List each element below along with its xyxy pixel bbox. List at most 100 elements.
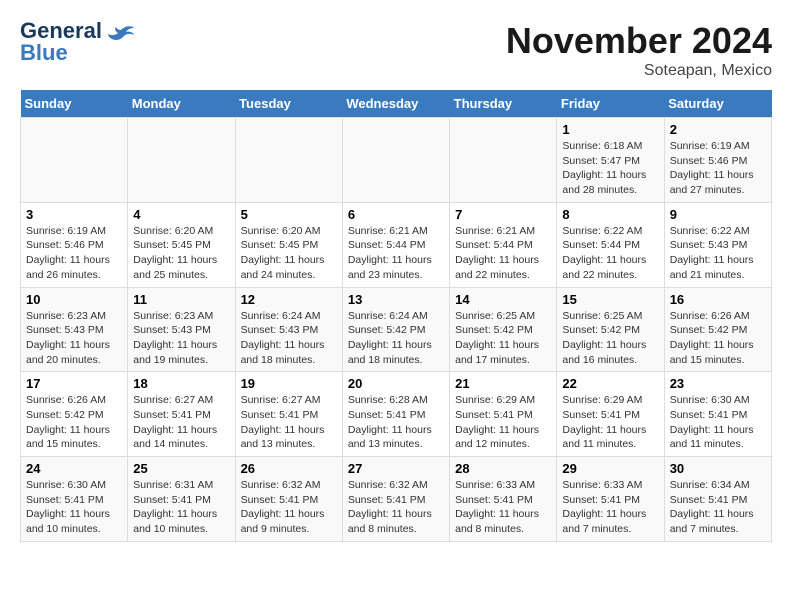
day-number: 28 [455, 461, 551, 476]
calendar-cell: 28 Sunrise: 6:33 AM Sunset: 5:41 PM Dayli… [450, 457, 557, 542]
day-number: 24 [26, 461, 122, 476]
calendar-week-row: 10 Sunrise: 6:23 AM Sunset: 5:43 PM Dayli… [21, 287, 772, 372]
day-info: Sunrise: 6:34 AM Sunset: 5:41 PM Dayligh… [670, 479, 754, 535]
day-info: Sunrise: 6:27 AM Sunset: 5:41 PM Dayligh… [241, 394, 325, 450]
day-info: Sunrise: 6:26 AM Sunset: 5:42 PM Dayligh… [26, 394, 110, 450]
calendar-cell: 3Sunrise: 6:19 AM Sunset: 5:46 PM Daylig… [21, 202, 128, 287]
day-number: 13 [348, 292, 444, 307]
calendar-cell: 25 Sunrise: 6:31 AM Sunset: 5:41 PM Dayli… [128, 457, 235, 542]
title-block: November 2024 Soteapan, Mexico [506, 20, 772, 80]
day-number: 27 [348, 461, 444, 476]
day-info: Sunrise: 6:30 AM Sunset: 5:41 PM Dayligh… [26, 479, 110, 535]
weekday-header: Saturday [664, 90, 771, 118]
day-number: 14 [455, 292, 551, 307]
calendar-cell: 5 Sunrise: 6:20 AM Sunset: 5:45 PM Daylig… [235, 202, 342, 287]
day-info: Sunrise: 6:21 AM Sunset: 5:44 PM Dayligh… [348, 225, 432, 281]
day-number: 11 [133, 292, 229, 307]
calendar-cell: 9 Sunrise: 6:22 AM Sunset: 5:43 PM Daylig… [664, 202, 771, 287]
calendar-cell: 6Sunrise: 6:21 AM Sunset: 5:44 PM Daylig… [342, 202, 449, 287]
day-info: Sunrise: 6:25 AM Sunset: 5:42 PM Dayligh… [562, 310, 646, 366]
day-info: Sunrise: 6:28 AM Sunset: 5:41 PM Dayligh… [348, 394, 432, 450]
day-number: 30 [670, 461, 766, 476]
logo-blue: Blue [20, 42, 102, 64]
day-number: 25 [133, 461, 229, 476]
day-info: Sunrise: 6:24 AM Sunset: 5:42 PM Dayligh… [348, 310, 432, 366]
day-info: Sunrise: 6:27 AM Sunset: 5:41 PM Dayligh… [133, 394, 217, 450]
weekday-header: Tuesday [235, 90, 342, 118]
calendar-cell: 15Sunrise: 6:25 AM Sunset: 5:42 PM Dayli… [557, 287, 664, 372]
calendar-cell [235, 118, 342, 203]
day-info: Sunrise: 6:20 AM Sunset: 5:45 PM Dayligh… [241, 225, 325, 281]
calendar-cell: 20 Sunrise: 6:28 AM Sunset: 5:41 PM Dayli… [342, 372, 449, 457]
day-info: Sunrise: 6:33 AM Sunset: 5:41 PM Dayligh… [562, 479, 646, 535]
calendar-cell: 29 Sunrise: 6:33 AM Sunset: 5:41 PM Dayli… [557, 457, 664, 542]
day-info: Sunrise: 6:22 AM Sunset: 5:44 PM Dayligh… [562, 225, 646, 281]
day-number: 18 [133, 376, 229, 391]
calendar-cell: 18 Sunrise: 6:27 AM Sunset: 5:41 PM Dayli… [128, 372, 235, 457]
day-number: 12 [241, 292, 337, 307]
calendar-cell: 16 Sunrise: 6:26 AM Sunset: 5:42 PM Dayli… [664, 287, 771, 372]
day-number: 1 [562, 122, 658, 137]
calendar-cell: 22 Sunrise: 6:29 AM Sunset: 5:41 PM Dayli… [557, 372, 664, 457]
day-info: Sunrise: 6:20 AM Sunset: 5:45 PM Dayligh… [133, 225, 217, 281]
calendar-table: SundayMondayTuesdayWednesdayThursdayFrid… [20, 90, 772, 542]
calendar-cell: 21Sunrise: 6:29 AM Sunset: 5:41 PM Dayli… [450, 372, 557, 457]
day-info: Sunrise: 6:33 AM Sunset: 5:41 PM Dayligh… [455, 479, 539, 535]
day-number: 16 [670, 292, 766, 307]
calendar-week-row: 1 Sunrise: 6:18 AM Sunset: 5:47 PM Daylig… [21, 118, 772, 203]
calendar-cell: 30 Sunrise: 6:34 AM Sunset: 5:41 PM Dayli… [664, 457, 771, 542]
calendar-week-row: 3Sunrise: 6:19 AM Sunset: 5:46 PM Daylig… [21, 202, 772, 287]
day-info: Sunrise: 6:29 AM Sunset: 5:41 PM Dayligh… [562, 394, 646, 450]
day-info: Sunrise: 6:29 AM Sunset: 5:41 PM Dayligh… [455, 394, 539, 450]
calendar-cell: 8 Sunrise: 6:22 AM Sunset: 5:44 PM Daylig… [557, 202, 664, 287]
calendar-cell [342, 118, 449, 203]
calendar-cell [128, 118, 235, 203]
day-number: 10 [26, 292, 122, 307]
calendar-cell: 1 Sunrise: 6:18 AM Sunset: 5:47 PM Daylig… [557, 118, 664, 203]
weekday-header: Friday [557, 90, 664, 118]
calendar-cell: 7Sunrise: 6:21 AM Sunset: 5:44 PM Daylig… [450, 202, 557, 287]
day-number: 5 [241, 207, 337, 222]
day-info: Sunrise: 6:24 AM Sunset: 5:43 PM Dayligh… [241, 310, 325, 366]
calendar-cell: 10 Sunrise: 6:23 AM Sunset: 5:43 PM Dayli… [21, 287, 128, 372]
day-info: Sunrise: 6:19 AM Sunset: 5:46 PM Dayligh… [670, 140, 754, 196]
day-number: 8 [562, 207, 658, 222]
calendar-cell: 26 Sunrise: 6:32 AM Sunset: 5:41 PM Dayli… [235, 457, 342, 542]
calendar-cell: 12 Sunrise: 6:24 AM Sunset: 5:43 PM Dayli… [235, 287, 342, 372]
logo-bird-icon [106, 22, 136, 52]
day-number: 2 [670, 122, 766, 137]
day-number: 29 [562, 461, 658, 476]
day-info: Sunrise: 6:25 AM Sunset: 5:42 PM Dayligh… [455, 310, 539, 366]
calendar-cell [21, 118, 128, 203]
page-subtitle: Soteapan, Mexico [506, 62, 772, 80]
day-info: Sunrise: 6:22 AM Sunset: 5:43 PM Dayligh… [670, 225, 754, 281]
day-number: 20 [348, 376, 444, 391]
day-info: Sunrise: 6:23 AM Sunset: 5:43 PM Dayligh… [26, 310, 110, 366]
day-number: 26 [241, 461, 337, 476]
calendar-cell: 14 Sunrise: 6:25 AM Sunset: 5:42 PM Dayli… [450, 287, 557, 372]
calendar-cell: 27 Sunrise: 6:32 AM Sunset: 5:41 PM Dayli… [342, 457, 449, 542]
calendar-cell: 4 Sunrise: 6:20 AM Sunset: 5:45 PM Daylig… [128, 202, 235, 287]
day-number: 4 [133, 207, 229, 222]
day-info: Sunrise: 6:32 AM Sunset: 5:41 PM Dayligh… [348, 479, 432, 535]
day-info: Sunrise: 6:21 AM Sunset: 5:44 PM Dayligh… [455, 225, 539, 281]
day-number: 22 [562, 376, 658, 391]
day-info: Sunrise: 6:32 AM Sunset: 5:41 PM Dayligh… [241, 479, 325, 535]
calendar-cell: 24 Sunrise: 6:30 AM Sunset: 5:41 PM Dayli… [21, 457, 128, 542]
weekday-header: Sunday [21, 90, 128, 118]
day-info: Sunrise: 6:18 AM Sunset: 5:47 PM Dayligh… [562, 140, 646, 196]
calendar-header-row: SundayMondayTuesdayWednesdayThursdayFrid… [21, 90, 772, 118]
calendar-cell: 2 Sunrise: 6:19 AM Sunset: 5:46 PM Daylig… [664, 118, 771, 203]
day-info: Sunrise: 6:26 AM Sunset: 5:42 PM Dayligh… [670, 310, 754, 366]
calendar-cell: 17Sunrise: 6:26 AM Sunset: 5:42 PM Dayli… [21, 372, 128, 457]
calendar-cell: 11 Sunrise: 6:23 AM Sunset: 5:43 PM Dayli… [128, 287, 235, 372]
logo: General Blue [20, 20, 136, 64]
day-info: Sunrise: 6:23 AM Sunset: 5:43 PM Dayligh… [133, 310, 217, 366]
weekday-header: Wednesday [342, 90, 449, 118]
calendar-week-row: 24 Sunrise: 6:30 AM Sunset: 5:41 PM Dayli… [21, 457, 772, 542]
day-info: Sunrise: 6:31 AM Sunset: 5:41 PM Dayligh… [133, 479, 217, 535]
day-number: 9 [670, 207, 766, 222]
page-title: November 2024 [506, 20, 772, 62]
day-number: 23 [670, 376, 766, 391]
calendar-cell: 23Sunrise: 6:30 AM Sunset: 5:41 PM Dayli… [664, 372, 771, 457]
